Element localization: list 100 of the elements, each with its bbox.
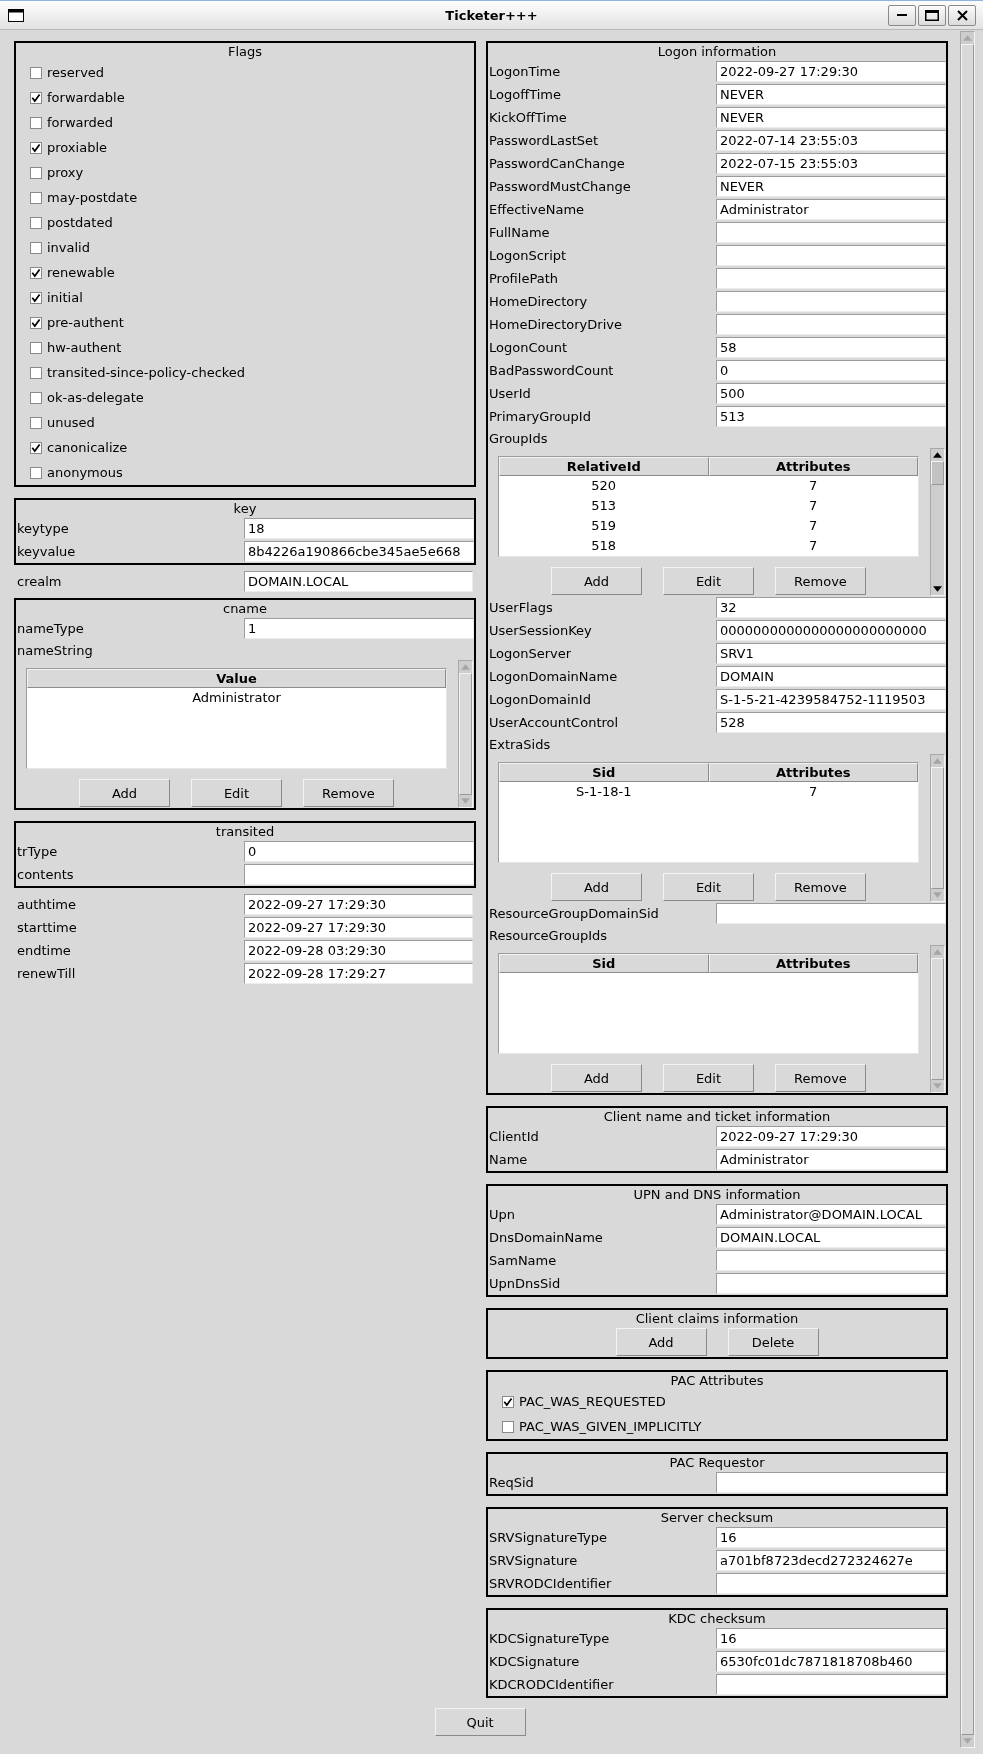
- text-field[interactable]: 2022-09-27 17:29:30: [244, 894, 473, 915]
- window-icon[interactable]: [8, 8, 24, 22]
- quit-button[interactable]: Quit: [434, 1708, 526, 1736]
- checkbox[interactable]: [30, 316, 42, 329]
- text-field[interactable]: 2022-07-15 23:55:03: [716, 153, 946, 174]
- checkbox[interactable]: [30, 216, 42, 229]
- text-field[interactable]: [716, 222, 946, 243]
- text-field[interactable]: [716, 1674, 946, 1695]
- action-button[interactable]: Edit: [191, 779, 282, 807]
- field-label: LogonTime: [488, 64, 561, 79]
- scrollbar[interactable]: [930, 448, 945, 596]
- action-button[interactable]: Remove: [775, 567, 866, 595]
- action-button[interactable]: Remove: [775, 873, 866, 901]
- arrow-up-icon[interactable]: [933, 452, 942, 458]
- text-field[interactable]: DOMAIN.LOCAL: [244, 571, 473, 592]
- text-field[interactable]: [716, 903, 946, 924]
- field-label: SRVSignatureType: [488, 1530, 608, 1545]
- field-label: UserId: [488, 386, 531, 401]
- text-field[interactable]: DOMAIN: [716, 666, 946, 687]
- text-field[interactable]: 2022-09-28 03:29:30: [244, 940, 473, 961]
- checkbox[interactable]: [30, 116, 42, 129]
- text-field[interactable]: 32: [716, 597, 946, 618]
- text-field[interactable]: 6530fc01dc7871818708b460: [716, 1651, 946, 1672]
- text-field[interactable]: Administrator: [716, 199, 946, 220]
- arrow-down-icon[interactable]: [933, 586, 942, 592]
- checkbox[interactable]: [30, 191, 42, 204]
- checkbox[interactable]: [30, 291, 42, 304]
- text-field[interactable]: 513: [716, 406, 946, 427]
- action-button[interactable]: Edit: [663, 873, 754, 901]
- text-field[interactable]: 2022-09-27 17:29:30: [716, 61, 946, 82]
- action-button[interactable]: Add: [79, 779, 170, 807]
- text-field[interactable]: Administrator: [716, 1149, 946, 1170]
- action-button[interactable]: Remove: [775, 1064, 866, 1092]
- text-field[interactable]: [716, 1250, 946, 1271]
- minimize-button[interactable]: [888, 4, 916, 26]
- action-button[interactable]: Edit: [663, 1064, 754, 1092]
- text-field[interactable]: 0: [716, 360, 946, 381]
- text-field[interactable]: [716, 245, 946, 266]
- text-field[interactable]: [716, 314, 946, 335]
- scrollbar[interactable]: [458, 660, 473, 808]
- checkbox[interactable]: [30, 366, 42, 379]
- checkbox[interactable]: [30, 66, 42, 79]
- text-field[interactable]: 528: [716, 712, 946, 733]
- text-field[interactable]: [716, 268, 946, 289]
- scrollbar-thumb[interactable]: [931, 958, 944, 1080]
- text-field[interactable]: Administrator@DOMAIN.LOCAL: [716, 1204, 946, 1225]
- text-field[interactable]: [716, 1273, 946, 1294]
- checkbox[interactable]: [30, 266, 42, 279]
- text-field[interactable]: 500: [716, 383, 946, 404]
- action-button[interactable]: Add: [551, 1064, 642, 1092]
- action-button[interactable]: Add: [551, 873, 642, 901]
- text-field[interactable]: 2022-09-27 17:29:30: [716, 1126, 946, 1147]
- checkbox[interactable]: [30, 141, 42, 154]
- text-field[interactable]: a701bf8723decd272324627e: [716, 1550, 946, 1571]
- checkbox[interactable]: [30, 466, 42, 479]
- field-label: SamName: [488, 1253, 557, 1268]
- checkbox[interactable]: [502, 1395, 514, 1408]
- text-field[interactable]: 2022-09-28 17:29:27: [244, 963, 473, 984]
- text-field[interactable]: 16: [716, 1527, 946, 1548]
- scrollbar-thumb[interactable]: [931, 767, 944, 889]
- checkbox[interactable]: [30, 241, 42, 254]
- text-field[interactable]: 58: [716, 337, 946, 358]
- text-field[interactable]: DOMAIN.LOCAL: [716, 1227, 946, 1248]
- field-label: PasswordMustChange: [488, 179, 631, 194]
- text-field[interactable]: 1: [244, 618, 474, 639]
- text-field[interactable]: [244, 864, 474, 885]
- close-button[interactable]: [948, 4, 976, 26]
- checkbox[interactable]: [502, 1420, 514, 1433]
- checkbox[interactable]: [30, 416, 42, 429]
- text-field[interactable]: NEVER: [716, 176, 946, 197]
- checkbox[interactable]: [30, 91, 42, 104]
- text-field[interactable]: 2022-07-14 23:55:03: [716, 130, 946, 151]
- checkbox[interactable]: [30, 166, 42, 179]
- text-field[interactable]: 18: [244, 518, 474, 539]
- scrollbar[interactable]: [930, 945, 945, 1093]
- text-field[interactable]: NEVER: [716, 84, 946, 105]
- scrollbar-thumb[interactable]: [459, 673, 472, 795]
- text-field[interactable]: 2022-09-27 17:29:30: [244, 917, 473, 938]
- text-field[interactable]: NEVER: [716, 107, 946, 128]
- text-field[interactable]: 0000000000000000000000000: [716, 620, 946, 641]
- checkbox[interactable]: [30, 341, 42, 354]
- scrollbar-thumb[interactable]: [931, 461, 944, 485]
- text-field[interactable]: 16: [716, 1628, 946, 1649]
- text-field[interactable]: 0: [244, 841, 474, 862]
- text-field[interactable]: SRV1: [716, 643, 946, 664]
- maximize-button[interactable]: [918, 4, 946, 26]
- checkbox[interactable]: [30, 391, 42, 404]
- action-button[interactable]: Edit: [663, 567, 754, 595]
- action-button[interactable]: Add: [615, 1328, 707, 1356]
- action-button[interactable]: Remove: [303, 779, 394, 807]
- action-button[interactable]: Delete: [727, 1328, 819, 1356]
- text-field[interactable]: [716, 1472, 946, 1493]
- checkbox[interactable]: [30, 441, 42, 454]
- scrollbar[interactable]: [930, 754, 945, 902]
- action-button[interactable]: Add: [551, 567, 642, 595]
- text-field[interactable]: 8b4226a190866cbe345ae5e668: [244, 541, 474, 562]
- text-field[interactable]: S-1-5-21-4239584752-1119503: [716, 689, 946, 710]
- table-cell-text: Administrator: [191, 689, 282, 707]
- text-field[interactable]: [716, 1573, 946, 1594]
- text-field[interactable]: [716, 291, 946, 312]
